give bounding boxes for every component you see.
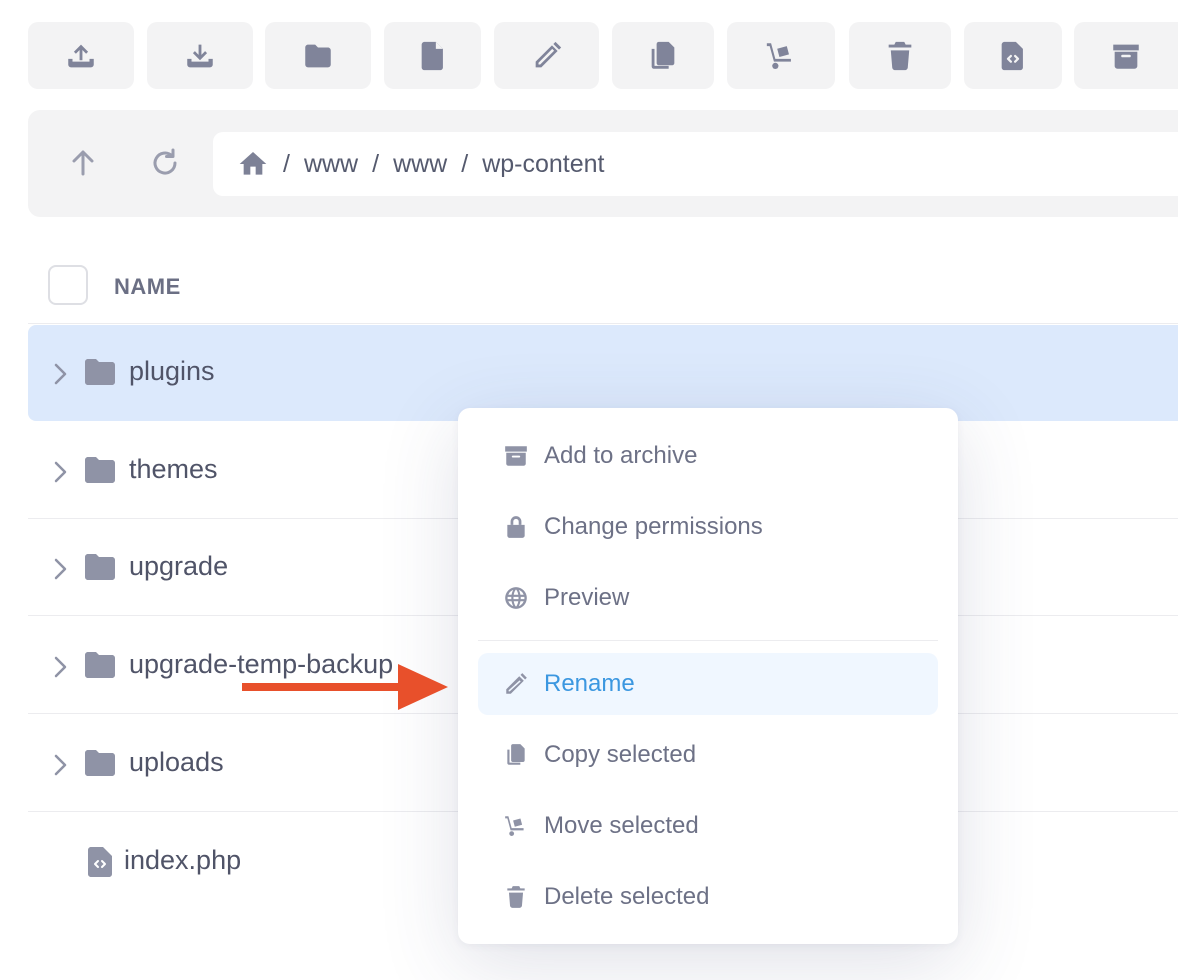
chevron-right-icon [54,656,67,678]
pencil-icon [535,41,561,67]
archive-button[interactable] [1074,22,1178,89]
archive-icon [505,446,527,466]
upload-button[interactable] [28,22,134,89]
expand-chevron[interactable] [52,459,70,485]
menu-item-label: Rename [544,670,635,697]
folder-icon [85,554,115,580]
new-folder-button[interactable] [265,22,371,89]
table-header: NAME [28,250,1178,324]
row-name: themes [129,454,218,484]
menu-item-label: Move selected [544,812,699,839]
folder-icon [85,750,115,776]
menu-item-copy-selected[interactable]: Copy selected [478,724,938,786]
upload-icon [68,44,94,67]
home-crumb[interactable] [237,148,269,180]
column-header-name[interactable]: NAME [114,274,181,300]
lock-icon [507,516,525,538]
menu-item-preview[interactable]: Preview [478,567,938,629]
menu-item-label: Copy selected [544,741,697,768]
expand-chevron[interactable] [52,654,70,680]
breadcrumb-separator: / [461,149,469,178]
select-all-checkbox[interactable] [48,265,88,305]
menu-item-move-selected[interactable]: Move selected [478,795,938,857]
refresh-button[interactable] [145,143,185,183]
breadcrumb-separator: / [283,149,290,178]
globe-icon [505,587,527,609]
dolly-icon [766,42,791,69]
breadcrumb-item[interactable]: www [304,150,358,179]
row-name: upgrade [129,551,229,581]
menu-item-label: Change permissions [544,513,763,540]
chevron-right-icon [54,558,67,580]
new-file-icon [421,41,443,70]
new-file-button[interactable] [384,22,481,89]
refresh-icon [153,148,177,175]
download-icon [187,44,213,67]
row-name: index.php [124,845,242,875]
trash-icon [888,41,912,70]
dolly-icon [505,816,524,836]
context-menu: Add to archive Change permissions Previe… [458,408,958,944]
php-file-icon [88,847,112,877]
copy-icon [651,41,675,69]
annotation-arrow [242,664,448,710]
pencil-icon [506,673,527,694]
up-level-button[interactable] [63,143,103,183]
menu-item-add-to-archive[interactable]: Add to archive [478,425,938,487]
trash-icon [507,886,525,908]
menu-item-label: Add to archive [544,442,698,469]
rename-button[interactable] [494,22,599,89]
menu-item-label: Delete selected [544,883,710,910]
breadcrumb-item-current[interactable]: wp-content [482,150,604,179]
breadcrumb-separator: / [372,149,380,178]
code-file-button[interactable] [964,22,1062,89]
row-name: uploads [129,747,224,777]
chevron-right-icon [54,461,67,483]
expand-chevron[interactable] [52,752,70,778]
menu-item-rename[interactable]: Rename [478,653,938,715]
home-icon [239,152,267,175]
arrow-up-icon [72,150,94,176]
row-name: plugins [129,356,215,386]
breadcrumb: / www / www / wp-content [213,132,1178,196]
menu-item-change-permissions[interactable]: Change permissions [478,496,938,558]
new-folder-icon [305,44,331,67]
address-bar: / www / www / wp-content [28,110,1178,217]
menu-divider [478,640,938,641]
folder-icon [85,457,115,483]
breadcrumb-item[interactable]: www [393,150,447,179]
download-button[interactable] [147,22,253,89]
move-button[interactable] [727,22,835,89]
menu-item-delete-selected[interactable]: Delete selected [478,866,938,928]
table-row[interactable]: plugins [28,325,1178,421]
code-file-icon [1001,41,1023,70]
expand-chevron[interactable] [52,361,70,387]
toolbar [28,22,1178,89]
chevron-right-icon [54,754,67,776]
copy-button[interactable] [612,22,714,89]
chevron-right-icon [54,363,67,385]
delete-button[interactable] [849,22,951,89]
archive-icon [1113,44,1139,69]
folder-icon [85,359,115,385]
expand-chevron[interactable] [52,556,70,582]
copy-icon [507,744,525,765]
menu-item-label: Preview [544,584,630,611]
folder-icon [85,652,115,678]
